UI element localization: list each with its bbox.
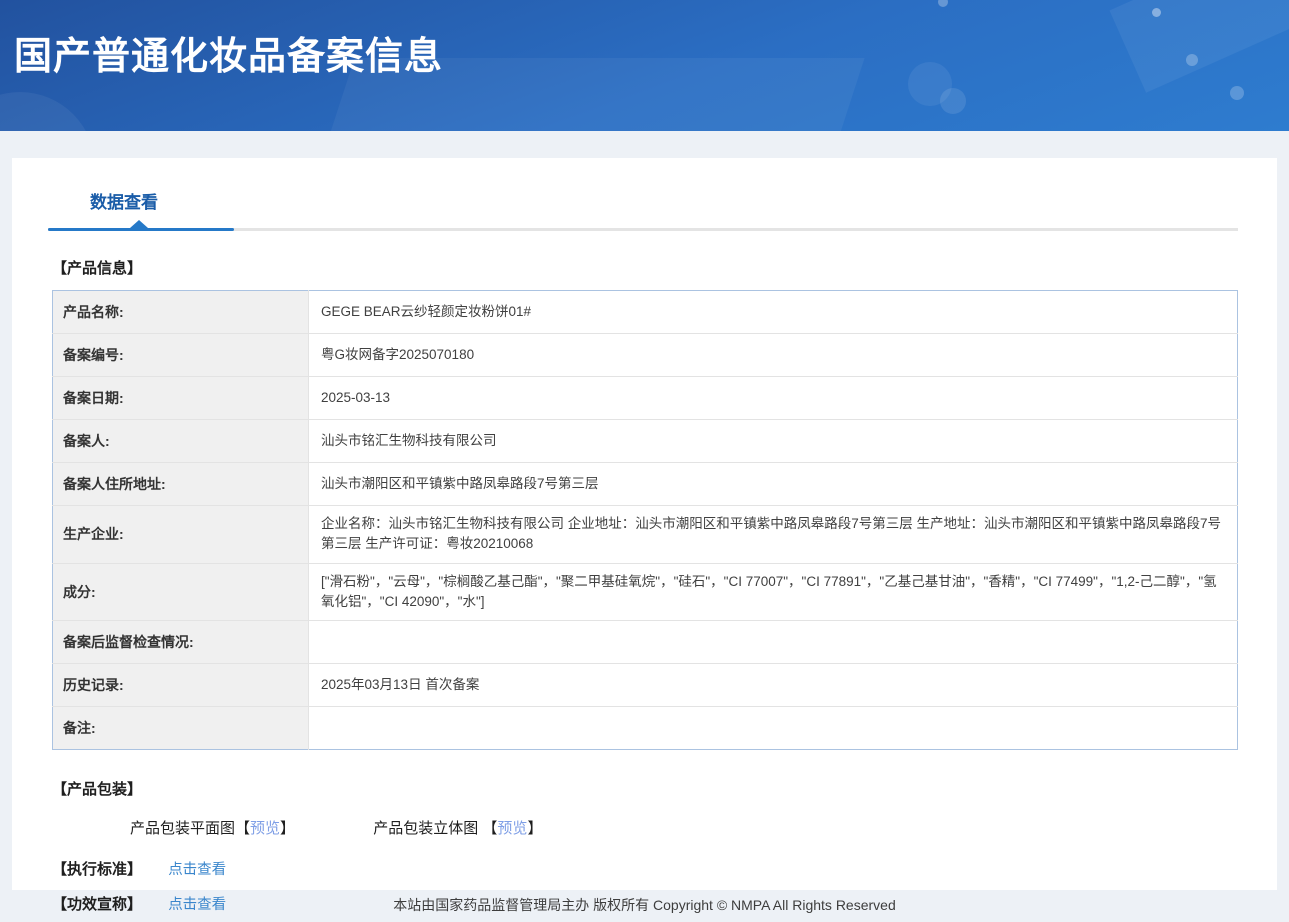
packaging-section-title: 【产品包装】	[52, 781, 143, 798]
bracket: 】	[527, 820, 543, 837]
row-label: 历史记录:	[52, 663, 309, 707]
banner-circle-decoration	[940, 88, 966, 114]
row-value: 汕头市潮阳区和平镇紫中路凤皋路段7号第三层	[308, 462, 1238, 506]
row-label: 成分:	[52, 562, 309, 621]
row-label: 生产企业:	[52, 505, 309, 563]
table-row: 备案后监督检查情况:	[52, 620, 1238, 664]
content-card: 数据查看 【产品信息】 产品名称: GEGE BEAR云纱轻颜定妆粉饼01# 备…	[12, 158, 1277, 913]
banner-dot-decoration	[1230, 86, 1244, 100]
packaging-flat-image-item: 产品包装平面图【预览】	[130, 817, 295, 838]
row-label: 产品名称:	[52, 290, 309, 334]
table-row: 备案日期: 2025-03-13	[52, 376, 1238, 420]
row-value: 2025-03-13	[308, 376, 1238, 420]
row-label: 备案人住所地址:	[52, 462, 309, 506]
table-row: 生产企业: 企业名称：汕头市铭汇生物科技有限公司 企业地址：汕头市潮阳区和平镇紫…	[52, 505, 1238, 563]
table-row: 备案编号: 粤G妆网备字2025070180	[52, 333, 1238, 377]
exec-standard-view-link[interactable]: 点击查看	[168, 862, 226, 878]
table-row: 历史记录: 2025年03月13日 首次备案	[52, 663, 1238, 707]
row-value: GEGE BEAR云纱轻颜定妆粉饼01#	[321, 303, 532, 319]
efficacy-claim-row: 【功效宣称】 点击查看	[52, 893, 1237, 914]
row-value: ["滑石粉"，"云母"，"棕榈酸乙基己酯"，"聚二甲基硅氧烷"，"硅石"，"CI…	[308, 562, 1238, 621]
bracket: 【	[482, 820, 498, 837]
row-label: 备案后监督检查情况:	[52, 620, 309, 664]
exec-standard-row: 【执行标准】 点击查看	[52, 858, 1237, 879]
tab-active-underline	[48, 228, 234, 231]
packaging-3d-image-label: 产品包装立体图	[373, 820, 483, 837]
row-label: 备案编号:	[52, 333, 309, 377]
packaging-flat-preview-link[interactable]: 预览	[250, 820, 280, 837]
packaging-row: 产品包装平面图【预览】 产品包装立体图 【预览】	[130, 817, 1237, 838]
bracket: 【	[235, 820, 251, 837]
row-label: 备注:	[52, 706, 309, 750]
table-row: 成分: ["滑石粉"，"云母"，"棕榈酸乙基己酯"，"聚二甲基硅氧烷"，"硅石"…	[52, 562, 1238, 621]
efficacy-claim-view-link[interactable]: 点击查看	[168, 897, 226, 913]
packaging-flat-image-label: 产品包装平面图	[130, 820, 236, 837]
table-row: 备案人: 汕头市铭汇生物科技有限公司	[52, 419, 1238, 463]
row-label: 备案日期:	[52, 376, 309, 420]
row-label: 备案人:	[52, 419, 309, 463]
exec-standard-label: 【执行标准】	[52, 861, 143, 878]
table-row: 备案人住所地址: 汕头市潮阳区和平镇紫中路凤皋路段7号第三层	[52, 462, 1238, 506]
row-value: 企业名称：汕头市铭汇生物科技有限公司 企业地址：汕头市潮阳区和平镇紫中路凤皋路段…	[308, 505, 1238, 563]
row-value: 汕头市铭汇生物科技有限公司	[308, 419, 1238, 463]
product-info-table: 产品名称: GEGE BEAR云纱轻颜定妆粉饼01# 备案编号: 粤G妆网备字2…	[52, 290, 1238, 750]
row-value: 2025年03月13日 首次备案	[308, 663, 1238, 707]
packaging-3d-preview-link[interactable]: 预览	[497, 820, 527, 837]
bracket: 】	[280, 820, 296, 837]
page-title: 国产普通化妆品备案信息	[14, 36, 444, 78]
table-row: 备注:	[52, 706, 1238, 750]
tab-bar: 数据查看	[12, 158, 1277, 231]
row-value	[308, 706, 1238, 750]
page-header: 国产普通化妆品备案信息	[0, 0, 1289, 131]
banner-circle-decoration	[0, 92, 95, 131]
tab-active-indicator-icon	[130, 220, 148, 228]
efficacy-claim-label: 【功效宣称】	[52, 896, 143, 913]
row-value: 粤G妆网备字2025070180	[308, 333, 1238, 377]
tab-underline	[48, 220, 1238, 231]
row-value	[308, 620, 1238, 664]
packaging-3d-image-item: 产品包装立体图 【预览】	[373, 817, 542, 838]
product-info-section-title: 【产品信息】	[52, 260, 143, 277]
table-row: 产品名称: GEGE BEAR云纱轻颜定妆粉饼01#	[52, 290, 1238, 334]
